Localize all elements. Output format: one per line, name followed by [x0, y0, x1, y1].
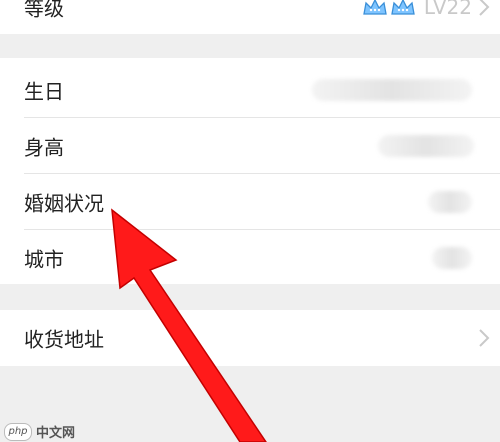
- profile-row-city[interactable]: 城市: [0, 230, 500, 286]
- profile-item-label: 生日: [24, 79, 64, 104]
- level-label: 等级: [24, 0, 64, 21]
- chevron-right-icon: [479, 329, 490, 347]
- profile-row-birthday[interactable]: 生日: [0, 62, 500, 118]
- address-label: 收货地址: [24, 327, 104, 352]
- address-row[interactable]: 收货地址: [0, 310, 500, 366]
- profile-item-label: 婚姻状况: [24, 191, 104, 216]
- crown-icon: [363, 0, 387, 15]
- crown-icon: [391, 0, 415, 15]
- level-section: 等级 LV22: [0, 0, 500, 34]
- profile-item-label: 城市: [24, 247, 64, 272]
- profile-row-marital-status[interactable]: 婚姻状况: [0, 174, 500, 230]
- profile-item-label: 身高: [24, 135, 64, 160]
- address-section: 收货地址: [0, 310, 500, 366]
- level-value: LV22: [423, 0, 472, 19]
- watermark-text: 中文网: [36, 426, 76, 441]
- profile-row-height[interactable]: 身高: [0, 118, 500, 174]
- blurred-value: [378, 135, 474, 157]
- blurred-value: [428, 191, 472, 213]
- watermark: php 中文网: [4, 422, 75, 441]
- blurred-value: [432, 247, 472, 269]
- blurred-value: [312, 79, 472, 101]
- level-badges: LV22: [362, 0, 472, 19]
- watermark-badge: php: [4, 422, 32, 441]
- level-row[interactable]: 等级 LV22: [0, 0, 500, 34]
- chevron-right-icon: [479, 0, 490, 16]
- profile-section: 生日 身高 婚姻状况 城市: [0, 58, 500, 284]
